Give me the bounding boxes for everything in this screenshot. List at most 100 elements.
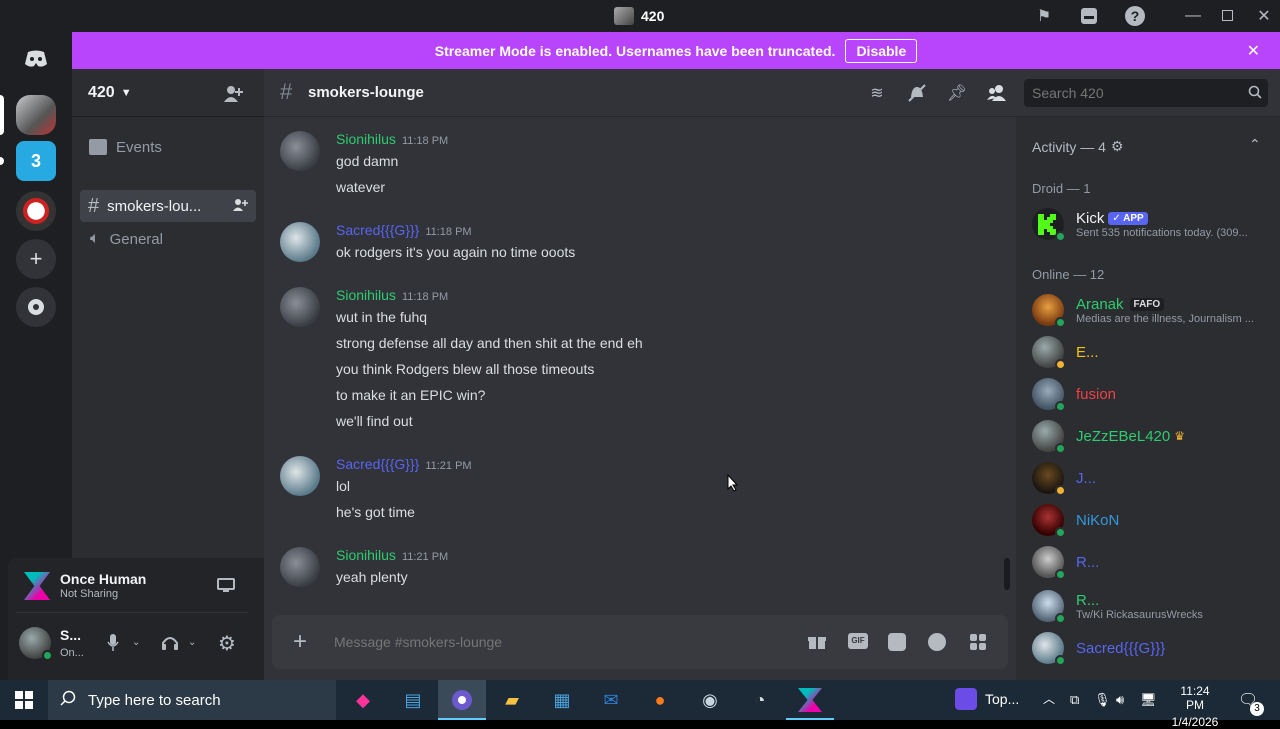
member-r1[interactable]: R... <box>1032 542 1099 582</box>
divider <box>72 116 264 117</box>
member-fusion[interactable]: fusion <box>1032 374 1116 414</box>
pin-icon[interactable]: 📌︎ <box>946 82 968 104</box>
clock-app-icon[interactable]: ◔ <box>745 685 775 715</box>
message-author[interactable]: Sacred{{{G}}} <box>336 222 419 238</box>
member-aranak[interactable]: Aranak FAFO Medias are the illness, Jour… <box>1032 290 1254 330</box>
audio-options-chevron-icon[interactable]: ⌄ <box>188 637 196 648</box>
message-author[interactable]: Sacred{{{G}}} <box>336 456 419 472</box>
message-input[interactable] <box>334 628 784 656</box>
close-icon[interactable]: ✕ <box>1254 6 1274 26</box>
taskbar-search[interactable]: Type here to search <box>48 680 336 720</box>
taskbar-clock[interactable]: 11:24 PM 1/4/2026 <box>1170 684 1220 729</box>
network-icon[interactable]: 🖥︎ <box>1140 692 1157 708</box>
activity-header[interactable]: Activity — 4 ⚙ <box>1032 138 1123 155</box>
search-box[interactable] <box>1024 79 1268 107</box>
search-input[interactable] <box>1024 79 1234 107</box>
tray-overflow-chevron-icon[interactable]: ︿ <box>1043 690 1055 707</box>
headphones-icon[interactable] <box>160 633 180 653</box>
taskbar-widget[interactable]: Top... <box>955 688 1019 710</box>
window-title: 420 <box>641 8 665 24</box>
server-header[interactable]: 420 ▼ <box>88 84 132 102</box>
message-author[interactable]: Sionihilus <box>336 131 396 147</box>
message-header: Sacred{{{G}}} 11:21 PM <box>336 456 472 472</box>
invite-people-icon[interactable] <box>222 83 244 105</box>
widget-label: Top... <box>985 691 1020 707</box>
message-author[interactable]: Sionihilus <box>336 287 396 303</box>
firefox-icon[interactable]: ● <box>645 685 675 715</box>
channel-label: smokers-lou... <box>107 197 202 215</box>
windows-start-icon[interactable] <box>15 691 33 714</box>
mic-options-chevron-icon[interactable]: ⌄ <box>132 637 140 648</box>
threads-icon[interactable]: ≋ <box>866 82 888 104</box>
message-line: lol <box>336 478 351 494</box>
share-screen-icon[interactable] <box>216 576 236 594</box>
message-author[interactable]: Sionihilus <box>336 547 396 563</box>
emoji-icon[interactable] <box>928 633 946 651</box>
user-avatar[interactable] <box>19 627 53 661</box>
message-time: 11:18 PM <box>425 226 472 238</box>
member-kick[interactable]: Kick ✓ APP Sent 535 notifications today.… <box>1032 204 1248 244</box>
message-avatar[interactable] <box>280 287 320 327</box>
steam-icon[interactable]: ◉ <box>695 685 725 715</box>
help-icon[interactable]: ? <box>1125 6 1145 26</box>
chevron-down-icon: ▼ <box>120 87 132 99</box>
member-name: R... <box>1076 553 1100 571</box>
apps-icon[interactable] <box>969 633 987 656</box>
member-r2[interactable]: R... Tw/Ki RickasaurusWrecks <box>1032 586 1203 626</box>
server-no-smoking-icon[interactable] <box>16 191 56 231</box>
copilot-icon[interactable]: ◆ <box>348 685 378 715</box>
mute-bell-icon[interactable] <box>906 82 928 104</box>
member-e[interactable]: E... <box>1032 332 1099 372</box>
add-server-icon[interactable]: + <box>16 239 56 279</box>
tray-app-icon[interactable]: ⧉ <box>1070 692 1079 708</box>
task-view-icon[interactable]: ▤ <box>398 685 428 715</box>
member-nikon[interactable]: NiKoN <box>1032 500 1119 540</box>
channel-general[interactable]: 🔈︎ General <box>80 225 256 253</box>
microphone-icon[interactable] <box>104 633 122 653</box>
file-explorer-icon[interactable]: ▰ <box>497 685 527 715</box>
gear-icon[interactable]: ⚙ <box>217 633 237 655</box>
sticker-icon[interactable] <box>888 633 906 651</box>
member-jezzebel[interactable]: JeZzEBeL420 ♛ <box>1032 416 1185 456</box>
member-sacred[interactable]: Sacred{{{G}}} <box>1032 628 1165 668</box>
discord-home-icon[interactable] <box>16 39 56 79</box>
member-avatar <box>1032 590 1066 624</box>
gift-icon[interactable] <box>808 634 826 655</box>
member-avatar <box>1032 504 1066 538</box>
message-avatar[interactable] <box>280 547 320 587</box>
server-3dsmax-icon[interactable]: 3 <box>16 141 56 181</box>
channel-smokers-lounge[interactable]: # smokers-lou... <box>80 190 256 222</box>
banner-text: Streamer Mode is enabled. Usernames have… <box>434 42 836 59</box>
app-badge: ✓ APP <box>1108 211 1148 225</box>
minimize-icon[interactable]: — <box>1183 6 1203 26</box>
mail-icon[interactable]: ✉ <box>596 685 626 715</box>
flag-icon[interactable]: ⚑ <box>1034 6 1054 26</box>
member-list-icon[interactable] <box>986 82 1008 104</box>
inbox-icon[interactable] <box>1079 6 1099 26</box>
banner-close-icon[interactable]: ✕ <box>1247 41 1260 61</box>
message-avatar[interactable] <box>280 131 320 171</box>
server-420-icon[interactable] <box>16 95 56 135</box>
message-line: yeah plenty <box>336 569 408 585</box>
member-name: Sacred{{{G}}} <box>1076 639 1166 657</box>
message-avatar[interactable] <box>280 222 320 262</box>
notification-count-badge: 3 <box>1250 702 1264 716</box>
add-attachment-icon[interactable]: + <box>288 628 312 655</box>
chrome-icon[interactable] <box>447 685 477 715</box>
maximize-icon[interactable] <box>1222 10 1233 21</box>
message-line: strong defense all day and then shit at … <box>336 335 643 351</box>
store-icon[interactable]: ▦ <box>547 685 577 715</box>
gear-icon[interactable]: ⚙ <box>1111 138 1124 155</box>
disable-button[interactable]: Disable <box>845 38 918 63</box>
message-avatar[interactable] <box>280 456 320 496</box>
volume-icon[interactable]: 🔊︎ <box>1116 692 1124 708</box>
collapse-chevron-icon[interactable]: ⌃ <box>1249 136 1261 153</box>
chat-scrollbar[interactable] <box>1004 558 1010 590</box>
tray-mic-icon[interactable]: 🎙︎ <box>1094 692 1111 708</box>
taskbar-search-placeholder: Type here to search <box>88 691 221 709</box>
events-item[interactable]: Events <box>80 133 256 161</box>
gif-icon[interactable]: GIF <box>848 633 868 649</box>
discover-icon[interactable] <box>16 287 56 327</box>
member-j[interactable]: J... <box>1032 458 1096 498</box>
create-invite-icon[interactable] <box>232 198 248 216</box>
